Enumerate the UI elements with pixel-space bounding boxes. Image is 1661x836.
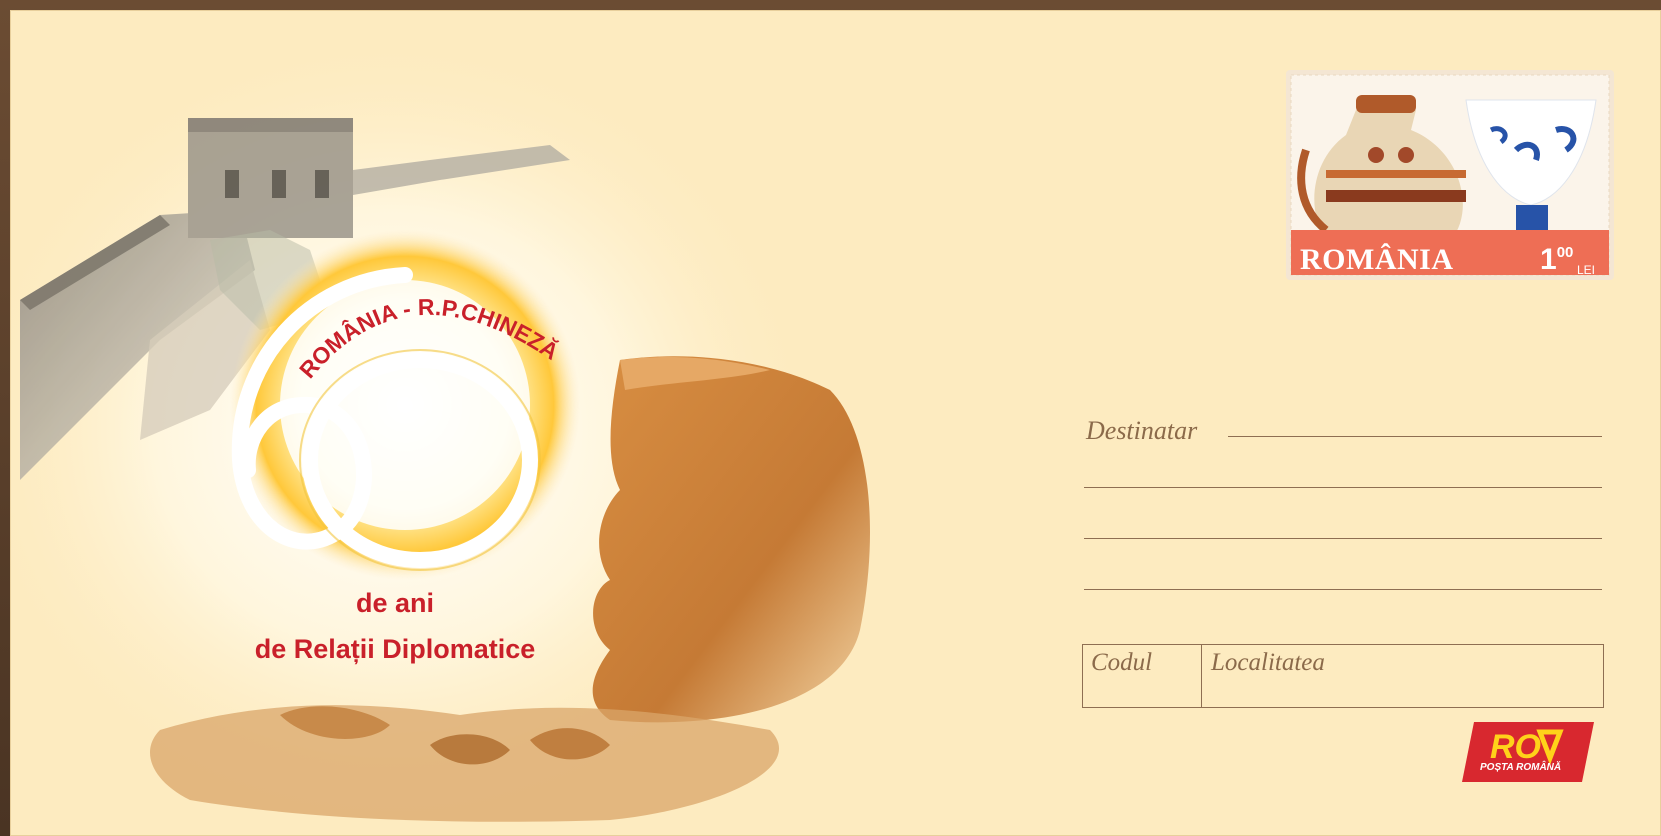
- postal-code-box: Codul Localitatea: [1082, 644, 1604, 708]
- recipient-label: Destinatar: [1086, 416, 1198, 445]
- subtitle-line-1: de ani: [355, 588, 435, 618]
- posta-romana-name: POȘTA ROMÂNĂ: [1480, 762, 1562, 773]
- code-divider: [1201, 645, 1202, 707]
- address-line-1: [1228, 436, 1602, 437]
- logo-mark: RO: [1490, 728, 1541, 766]
- stamp-value-fraction: 00: [1556, 244, 1574, 261]
- locality-label: Localitatea: [1211, 649, 1325, 676]
- posta-romana-logo: RO: [1462, 722, 1594, 782]
- stamp-value: 100 LEI: [1540, 243, 1595, 277]
- address-line-3: [1084, 538, 1602, 539]
- stamp-currency: LEI: [1577, 263, 1596, 277]
- stamp-value-main: 1: [1540, 243, 1557, 276]
- subtitle-line-2: de Relații Diplomatice: [254, 634, 536, 664]
- postal-code-label: Codul: [1091, 649, 1153, 676]
- stamp-country: ROMÂNIA: [1300, 243, 1454, 276]
- address-line-2: [1084, 487, 1602, 488]
- postal-envelope: ROMÂNIA - R.P.CHINEZĂ de ani de Relații …: [10, 10, 1661, 836]
- commemorative-illustration: ROMÂNIA - R.P.CHINEZĂ: [10, 30, 870, 830]
- anniversary-subtitle: de ani de Relații Diplomatice: [210, 580, 580, 672]
- address-line-4: [1084, 589, 1602, 590]
